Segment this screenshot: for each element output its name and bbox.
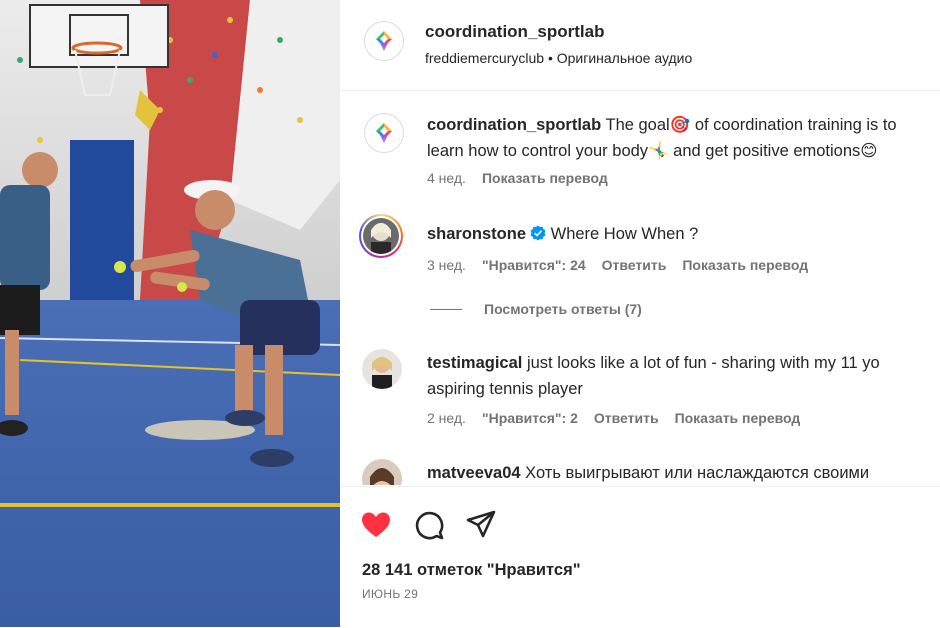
paper-plane-icon[interactable] <box>465 509 497 541</box>
comment-text: Хоть выигрывают или наслаждаются своими <box>525 464 870 482</box>
reply-button[interactable]: Ответить <box>602 257 667 273</box>
view-replies-label: Посмотреть ответы (7) <box>484 301 642 317</box>
sharonstone-avatar <box>363 218 399 254</box>
video-player[interactable] <box>0 0 340 627</box>
post-date: ИЮНЬ 29 <box>362 587 419 601</box>
post-details: coordination_sportlab freddiemercuryclub… <box>340 0 940 627</box>
coordination-logo-icon <box>376 123 392 143</box>
show-translation-link[interactable]: Показать перевод <box>675 410 801 426</box>
comment-text: Where How When ? <box>550 225 699 243</box>
comment-username[interactable]: sharonstone <box>427 225 526 243</box>
comment-age: 4 нед. <box>427 170 466 186</box>
show-translation-link[interactable]: Показать перевод <box>482 170 608 186</box>
comment-sharonstone: sharonstone Where How When ? <box>427 221 937 247</box>
reply-button[interactable]: Ответить <box>594 410 659 426</box>
comment-likes[interactable]: "Нравится": 24 <box>482 257 586 273</box>
comment-username[interactable]: matveeva04 <box>427 464 521 482</box>
comment-meta: 2 нед. "Нравится": 2 Ответить Показать п… <box>427 410 800 426</box>
view-replies-button[interactable]: Посмотреть ответы (7) <box>430 301 642 317</box>
verified-badge-icon <box>530 225 546 241</box>
caption-comment: coordination_sportlab The goal🎯 of coord… <box>427 112 937 164</box>
replies-divider <box>430 308 462 310</box>
likes-count[interactable]: 28 141 отметок "Нравится" <box>362 561 581 580</box>
post-actions: 28 141 отметок "Нравится" ИЮНЬ 29 <box>340 486 940 628</box>
author-avatar[interactable] <box>364 21 404 61</box>
comments-list[interactable]: coordination_sportlab The goal🎯 of coord… <box>340 91 940 485</box>
comment-username[interactable]: testimagical <box>427 354 522 372</box>
post-header: coordination_sportlab freddiemercuryclub… <box>340 0 940 91</box>
comment-bubble-icon[interactable] <box>413 509 445 541</box>
audio-line[interactable]: freddiemercuryclub • Оригинальное аудио <box>425 50 692 66</box>
show-translation-link[interactable]: Показать перевод <box>682 257 808 273</box>
matveeva04-avatar[interactable] <box>362 459 402 485</box>
heart-filled-icon[interactable] <box>360 509 392 541</box>
comment-matveeva04: matveeva04 Хоть выигрывают или наслаждаю… <box>427 460 937 485</box>
comment-likes[interactable]: "Нравится": 2 <box>482 410 578 426</box>
comment-username[interactable]: coordination_sportlab <box>427 116 601 134</box>
author-username[interactable]: coordination_sportlab <box>425 22 604 42</box>
video-frame <box>0 0 340 627</box>
coordination-logo-icon <box>376 31 392 51</box>
comment-age: 2 нед. <box>427 410 466 426</box>
comment-meta: 4 нед. Показать перевод <box>427 170 608 186</box>
testimagical-avatar[interactable] <box>362 349 402 389</box>
comment-testimagical: testimagical just looks like a lot of fu… <box>427 350 937 402</box>
caption-avatar[interactable] <box>364 113 404 153</box>
comment-age: 3 нед. <box>427 257 466 273</box>
comment-meta: 3 нед. "Нравится": 24 Ответить Показать … <box>427 257 808 273</box>
story-ring[interactable] <box>359 214 403 258</box>
